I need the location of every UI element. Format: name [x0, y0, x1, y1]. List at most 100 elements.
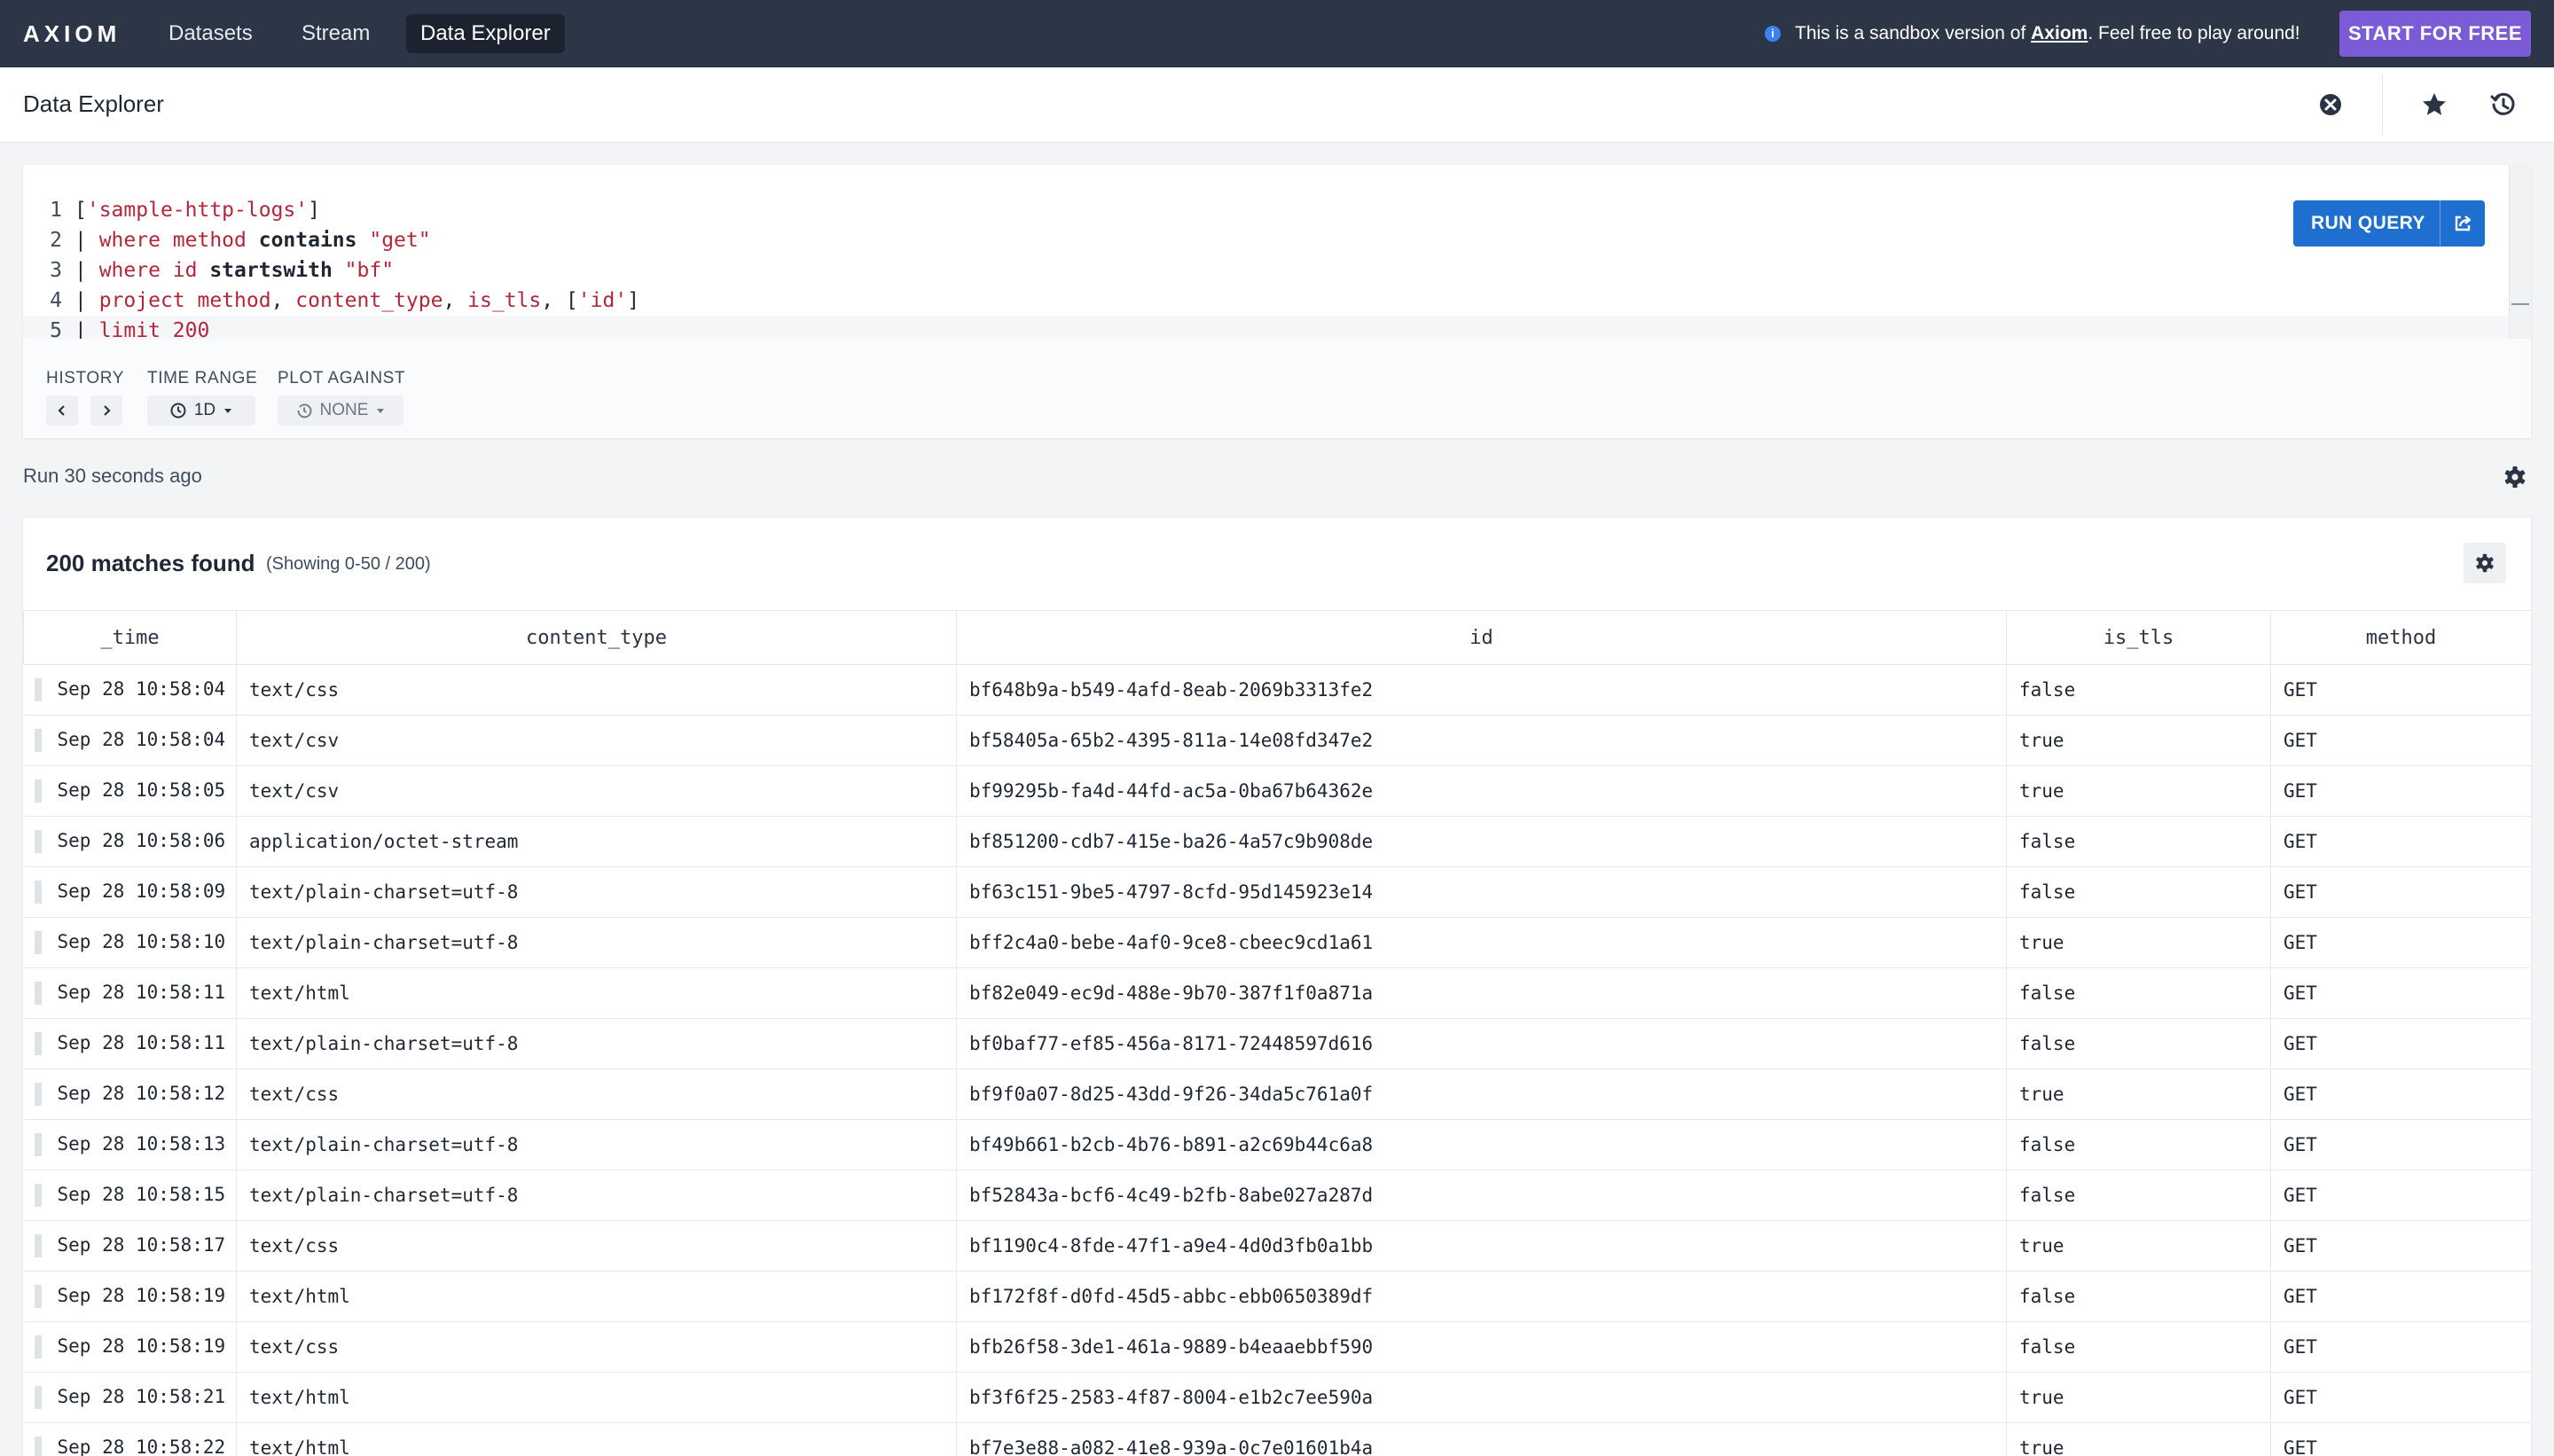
axiom-logo[interactable]: AXIOM	[23, 20, 121, 47]
cell-time-value: Sep 28 10:58:05	[57, 779, 226, 801]
cell-time-value: Sep 28 10:58:10	[57, 931, 226, 952]
table-row[interactable]: Sep 28 10:58:05 text/csv bf99295b-fa4d-44f…	[23, 765, 2531, 817]
nav-tab-datasets[interactable]: Datasets	[154, 14, 267, 53]
history-icon[interactable]	[2489, 90, 2518, 119]
start-for-free-button[interactable]: START FOR FREE	[2339, 11, 2531, 57]
table-row[interactable]: Sep 28 10:58:12 text/css bf9f0a07-8d25-43d…	[23, 1069, 2531, 1120]
cell-method: GET	[2270, 1069, 2531, 1120]
row-marker	[34, 1234, 42, 1257]
table-row[interactable]: Sep 28 10:58:15 text/plain-charset=utf-8 b…	[23, 1170, 2531, 1221]
cell-content-type-value: text/plain-charset=utf-8	[249, 1185, 519, 1206]
code-line[interactable]: 3 | where id startswith "bf"	[23, 255, 2510, 286]
line-number: 2	[50, 229, 62, 252]
gear-icon[interactable]	[2503, 465, 2527, 489]
cell-content-type: text/plain-charset=utf-8	[236, 1119, 957, 1170]
cell-method: GET	[2270, 967, 2531, 1019]
table-row[interactable]: Sep 28 10:58:19 text/html bf172f8f-d0fd-45…	[23, 1271, 2531, 1322]
cell-method-value: GET	[2284, 1286, 2317, 1307]
cell-content-type: text/css	[236, 1321, 957, 1373]
cell-method-value: GET	[2284, 730, 2317, 751]
cell-is-tls-value: false	[2019, 1336, 2076, 1358]
cell-id-value: bf1190c4-8fde-47f1-a9e4-4d0d3fb0a1bb	[969, 1235, 1374, 1256]
table-row[interactable]: Sep 28 10:58:04 text/css bf648b9a-b549-4af…	[23, 664, 2531, 716]
caret-down-icon	[224, 409, 232, 413]
cell-time: Sep 28 10:58:11	[23, 967, 237, 1019]
cell-is-tls: true	[2006, 917, 2271, 968]
logo-text: AXIOM	[23, 20, 121, 47]
table-row[interactable]: Sep 28 10:58:04 text/csv bf58405a-65b2-439…	[23, 715, 2531, 766]
table-row[interactable]: Sep 28 10:58:10 text/plain-charset=utf-8 b…	[23, 917, 2531, 968]
cell-content-type: text/plain-charset=utf-8	[236, 866, 957, 918]
plot-against-select[interactable]: NONE	[278, 395, 403, 426]
cell-time-value: Sep 28 10:58:09	[57, 881, 226, 902]
code-token: 'sample-http-logs'	[86, 199, 309, 222]
code-line[interactable]: 4 | project method, content_type, is_tls,…	[23, 286, 2510, 316]
cell-time: Sep 28 10:58:05	[23, 765, 237, 817]
code-token: |	[74, 289, 99, 312]
column-header-time[interactable]: _time	[23, 610, 237, 665]
cell-method: GET	[2270, 816, 2531, 867]
table-row[interactable]: Sep 28 10:58:06 application/octet-stream b…	[23, 816, 2531, 867]
code-line[interactable]: 1 ['sample-http-logs']	[23, 195, 2510, 225]
cell-method: GET	[2270, 715, 2531, 766]
query-editor[interactable]: 1 ['sample-http-logs'] 2 | where method con…	[23, 165, 2531, 346]
header-divider	[2382, 74, 2383, 135]
cell-id: bf648b9a-b549-4afd-8eab-2069b3313fe2	[956, 664, 2007, 716]
cell-content-type: text/css	[236, 664, 957, 716]
star-icon[interactable]	[2420, 90, 2448, 119]
row-marker	[34, 1032, 42, 1055]
cell-is-tls-value: true	[2019, 780, 2064, 802]
axiom-link[interactable]: Axiom	[2031, 23, 2088, 44]
run-query-button[interactable]: RUN QUERY	[2293, 200, 2485, 247]
time-range-value: 1D	[193, 401, 216, 419]
cell-method-value: GET	[2284, 1235, 2317, 1256]
row-marker	[34, 1133, 42, 1156]
code-token: where id	[98, 259, 210, 282]
table-row[interactable]: Sep 28 10:58:19 text/css bfb26f58-3de1-461…	[23, 1321, 2531, 1373]
nav-tab-stream[interactable]: Stream	[287, 14, 384, 53]
cell-id: bf172f8f-d0fd-45d5-abbc-ebb0650389df	[956, 1271, 2007, 1322]
column-header-content-type[interactable]: content_type	[236, 610, 957, 665]
cell-time-value: Sep 28 10:58:17	[57, 1234, 226, 1256]
cell-method-value: GET	[2284, 831, 2317, 852]
cell-id: bfb26f58-3de1-461a-9889-b4eaaebbf590	[956, 1321, 2007, 1373]
share-query-button[interactable]	[2440, 200, 2485, 247]
table-row[interactable]: Sep 28 10:58:21 text/html bf3f6f25-2583-4f…	[23, 1372, 2531, 1423]
chevron-right-icon	[104, 405, 111, 416]
history-back-button[interactable]	[46, 395, 78, 426]
results-title: 200 matches found	[46, 550, 255, 576]
row-marker	[34, 982, 42, 1005]
row-marker	[34, 1386, 42, 1409]
code-line[interactable]: 2 | where method contains "get"	[23, 225, 2510, 255]
history-label: HISTORY	[46, 369, 124, 387]
cell-is-tls-value: false	[2019, 1134, 2076, 1155]
cell-time: Sep 28 10:58:06	[23, 816, 237, 867]
query-card: 1 ['sample-http-logs'] 2 | where method con…	[23, 165, 2531, 438]
cell-time: Sep 28 10:58:11	[23, 1018, 237, 1069]
cell-is-tls-value: false	[2019, 679, 2076, 701]
cell-id: bf9f0a07-8d25-43dd-9f26-34da5c761a0f	[956, 1069, 2007, 1120]
cell-content-type-value: text/css	[249, 1336, 340, 1358]
cell-content-type: text/css	[236, 1069, 957, 1120]
clear-icon[interactable]	[2316, 90, 2345, 119]
time-range-select[interactable]: 1D	[147, 395, 255, 426]
row-marker	[34, 1436, 42, 1456]
table-row[interactable]: Sep 28 10:58:22 text/html bf7e3e88-a082-41…	[23, 1422, 2531, 1456]
results-settings-button[interactable]	[2464, 543, 2506, 583]
history-forward-button[interactable]	[90, 395, 122, 426]
table-row[interactable]: Sep 28 10:58:17 text/css bf1190c4-8fde-47f…	[23, 1220, 2531, 1272]
table-row[interactable]: Sep 28 10:58:13 text/plain-charset=utf-8 b…	[23, 1119, 2531, 1170]
cell-content-type-value: text/plain-charset=utf-8	[249, 881, 519, 903]
column-header-method[interactable]: method	[2270, 610, 2531, 665]
column-header-id[interactable]: id	[956, 610, 2007, 665]
table-row[interactable]: Sep 28 10:58:11 text/html bf82e049-ec9d-48…	[23, 967, 2531, 1019]
cell-id: bf52843a-bcf6-4c49-b2fb-8abe027a287d	[956, 1170, 2007, 1221]
column-header-is-tls[interactable]: is_tls	[2006, 610, 2271, 665]
cell-is-tls: true	[2006, 1372, 2271, 1423]
editor-scrollbar[interactable]	[2509, 165, 2531, 339]
nav-tab-data-explorer[interactable]: Data Explorer	[406, 14, 565, 53]
table-row[interactable]: Sep 28 10:58:11 text/plain-charset=utf-8 b…	[23, 1018, 2531, 1069]
table-row[interactable]: Sep 28 10:58:09 text/plain-charset=utf-8 b…	[23, 866, 2531, 918]
table-header-row: _time content_type id is_tls method	[23, 610, 2531, 665]
cell-id: bf49b661-b2cb-4b76-b891-a2c69b44c6a8	[956, 1119, 2007, 1170]
